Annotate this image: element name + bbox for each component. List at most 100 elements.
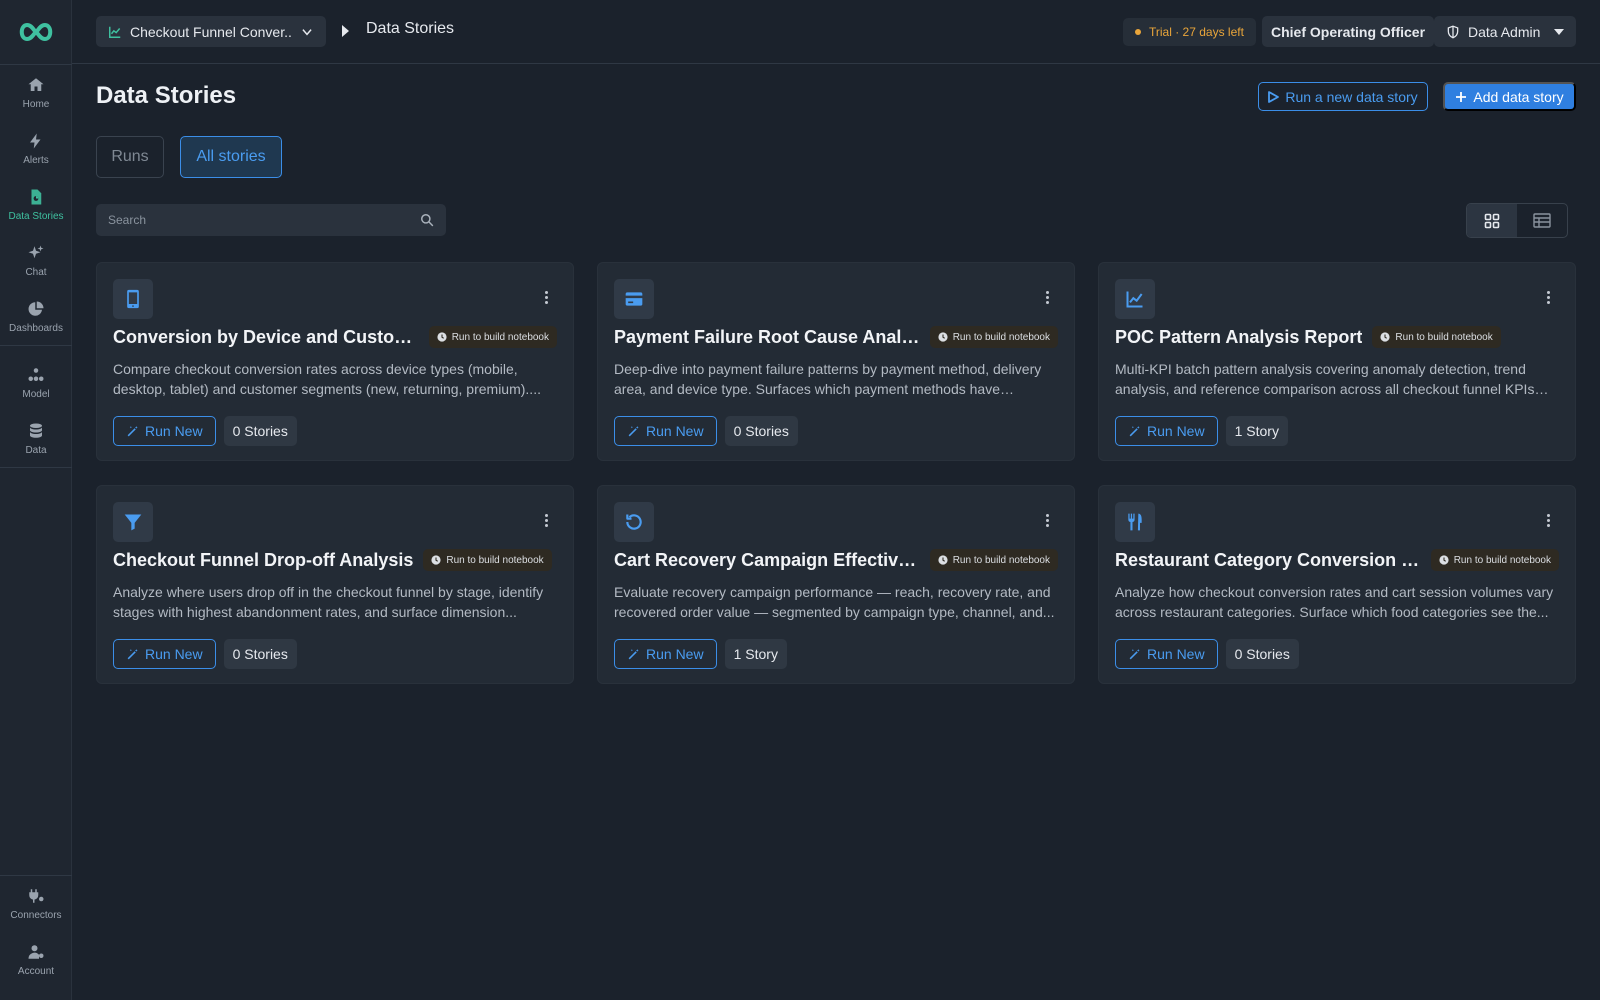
table-view-button[interactable] xyxy=(1517,204,1567,237)
stories-count: 0 Stories xyxy=(1225,639,1299,669)
card-description: Deep-dive into payment failure patterns … xyxy=(614,361,1042,397)
status-badge: Run to build notebook xyxy=(1430,549,1559,571)
admin-selector[interactable]: Data Admin xyxy=(1434,16,1576,47)
card-title: Cart Recovery Campaign Effectiven... xyxy=(614,549,920,570)
line-chart-icon xyxy=(1126,291,1143,308)
breadcrumb-arrow-icon xyxy=(342,25,349,37)
add-data-story-label: Add data story xyxy=(1473,88,1564,105)
infinity-logo-icon xyxy=(19,22,53,42)
sidebar-item-model[interactable]: Model xyxy=(0,355,72,411)
card-title: POC Pattern Analysis Report xyxy=(1115,326,1363,347)
sidebar: Home Alerts Data Stories Chat Dashboards… xyxy=(0,0,72,1000)
story-card[interactable]: Payment Failure Root Cause Analysis Run … xyxy=(597,262,1075,461)
credit-card-icon xyxy=(625,292,643,306)
sidebar-item-label: Model xyxy=(22,389,50,400)
card-icon-box xyxy=(614,279,654,319)
role-badge[interactable]: Chief Operating Officer xyxy=(1262,16,1435,47)
card-description: Evaluate recovery campaign performance —… xyxy=(614,584,1055,620)
sidebar-item-label: Data xyxy=(25,445,47,456)
story-card[interactable]: Cart Recovery Campaign Effectiven... Run… xyxy=(597,485,1075,684)
card-icon-box xyxy=(1115,502,1155,542)
status-badge-label: Run to build notebook xyxy=(446,554,544,566)
sidebar-item-label: Chat xyxy=(25,267,47,278)
run-new-data-story-label: Run a new data story xyxy=(1285,88,1418,105)
card-menu-icon[interactable] xyxy=(545,514,549,527)
status-badge-label: Run to build notebook xyxy=(1453,554,1551,566)
run-new-button[interactable]: Run New xyxy=(614,639,717,669)
sidebar-item-label: Account xyxy=(17,966,55,977)
view-toggle xyxy=(1466,203,1568,238)
run-new-label: Run New xyxy=(1147,646,1205,662)
trial-dot-icon xyxy=(1135,29,1141,35)
sidebar-item-connectors[interactable]: Connectors xyxy=(0,876,72,932)
search-icon[interactable] xyxy=(420,213,434,227)
card-menu-icon[interactable] xyxy=(1547,291,1551,304)
clock-icon xyxy=(1439,555,1449,565)
card-title: Restaurant Category Conversion Tre... xyxy=(1115,549,1421,570)
tab-all-stories[interactable]: All stories xyxy=(180,136,282,178)
mobile-icon xyxy=(127,289,139,309)
home-icon xyxy=(28,78,44,91)
grid-view-button[interactable] xyxy=(1467,204,1517,237)
story-card[interactable]: Restaurant Category Conversion Tre... Ru… xyxy=(1098,485,1576,684)
sidebar-item-dashboards[interactable]: Dashboards xyxy=(0,289,72,345)
sidebar-item-alerts[interactable]: Alerts xyxy=(0,121,72,177)
status-badge-label: Run to build notebook xyxy=(952,331,1050,343)
clock-icon xyxy=(938,555,948,565)
card-description: Analyze where users drop off in the chec… xyxy=(113,584,544,620)
sidebar-item-data[interactable]: Data xyxy=(0,411,72,467)
tab-runs[interactable]: Runs xyxy=(96,136,164,178)
card-menu-icon[interactable] xyxy=(1547,514,1551,527)
sidebar-item-label: Home xyxy=(22,99,50,110)
status-badge-label: Run to build notebook xyxy=(952,554,1050,566)
funnel-selector[interactable]: Checkout Funnel Conver... xyxy=(96,16,326,47)
card-icon-box xyxy=(1115,279,1155,319)
sidebar-item-label: Dashboards xyxy=(9,323,63,334)
sidebar-item-chat[interactable]: Chat xyxy=(0,233,72,289)
sidebar-item-label: Alerts xyxy=(23,155,49,166)
story-card[interactable]: Conversion by Device and Customer ... Ru… xyxy=(96,262,574,461)
card-menu-icon[interactable] xyxy=(545,291,549,304)
status-badge-label: Run to build notebook xyxy=(1395,331,1493,343)
sidebar-item-account[interactable]: Account xyxy=(0,932,72,988)
shield-icon xyxy=(1447,24,1459,39)
sparkle-icon xyxy=(28,245,44,259)
stories-count: 0 Stories xyxy=(223,416,297,446)
status-badge: Run to build notebook xyxy=(423,549,552,571)
story-card[interactable]: Checkout Funnel Drop-off Analysis Run to… xyxy=(96,485,574,684)
card-menu-icon[interactable] xyxy=(1046,291,1050,304)
run-new-button[interactable]: Run New xyxy=(113,416,216,446)
magic-wand-icon xyxy=(628,648,639,659)
search-box xyxy=(96,204,446,236)
trial-badge[interactable]: Trial · 27 days left xyxy=(1123,18,1256,46)
stories-count: 0 Stories xyxy=(724,416,798,446)
run-new-button[interactable]: Run New xyxy=(614,416,717,446)
run-new-button[interactable]: Run New xyxy=(1115,416,1218,446)
card-title: Checkout Funnel Drop-off Analysis xyxy=(113,549,414,570)
card-icon-box xyxy=(113,502,153,542)
run-new-label: Run New xyxy=(145,646,203,662)
clock-icon xyxy=(1380,332,1390,342)
story-card[interactable]: POC Pattern Analysis Report Run to build… xyxy=(1098,262,1576,461)
card-description: Multi-KPI batch pattern analysis coverin… xyxy=(1115,361,1535,397)
sidebar-item-data-stories[interactable]: Data Stories xyxy=(0,177,72,233)
funnel-selector-label: Checkout Funnel Conver... xyxy=(130,23,292,40)
status-badge-label: Run to build notebook xyxy=(451,331,549,343)
card-menu-icon[interactable] xyxy=(1046,514,1050,527)
sidebar-nav-secondary: Model Data xyxy=(0,355,72,468)
sidebar-item-home[interactable]: Home xyxy=(0,65,72,121)
breadcrumb-current: Data Stories xyxy=(366,20,455,37)
run-new-button[interactable]: Run New xyxy=(1115,639,1218,669)
run-new-data-story-button[interactable]: Run a new data story xyxy=(1258,82,1428,111)
run-new-label: Run New xyxy=(1147,423,1205,439)
line-chart-small-icon xyxy=(109,26,121,38)
magic-wand-icon xyxy=(1129,648,1140,659)
account-icon xyxy=(28,945,44,959)
search-input[interactable] xyxy=(108,213,420,227)
run-new-button[interactable]: Run New xyxy=(113,639,216,669)
add-data-story-button[interactable]: Add data story xyxy=(1443,82,1576,111)
card-title: Payment Failure Root Cause Analysis xyxy=(614,326,920,347)
stories-count: 1 Story xyxy=(1225,416,1288,446)
app-logo[interactable] xyxy=(0,0,72,64)
clock-icon xyxy=(431,555,441,565)
